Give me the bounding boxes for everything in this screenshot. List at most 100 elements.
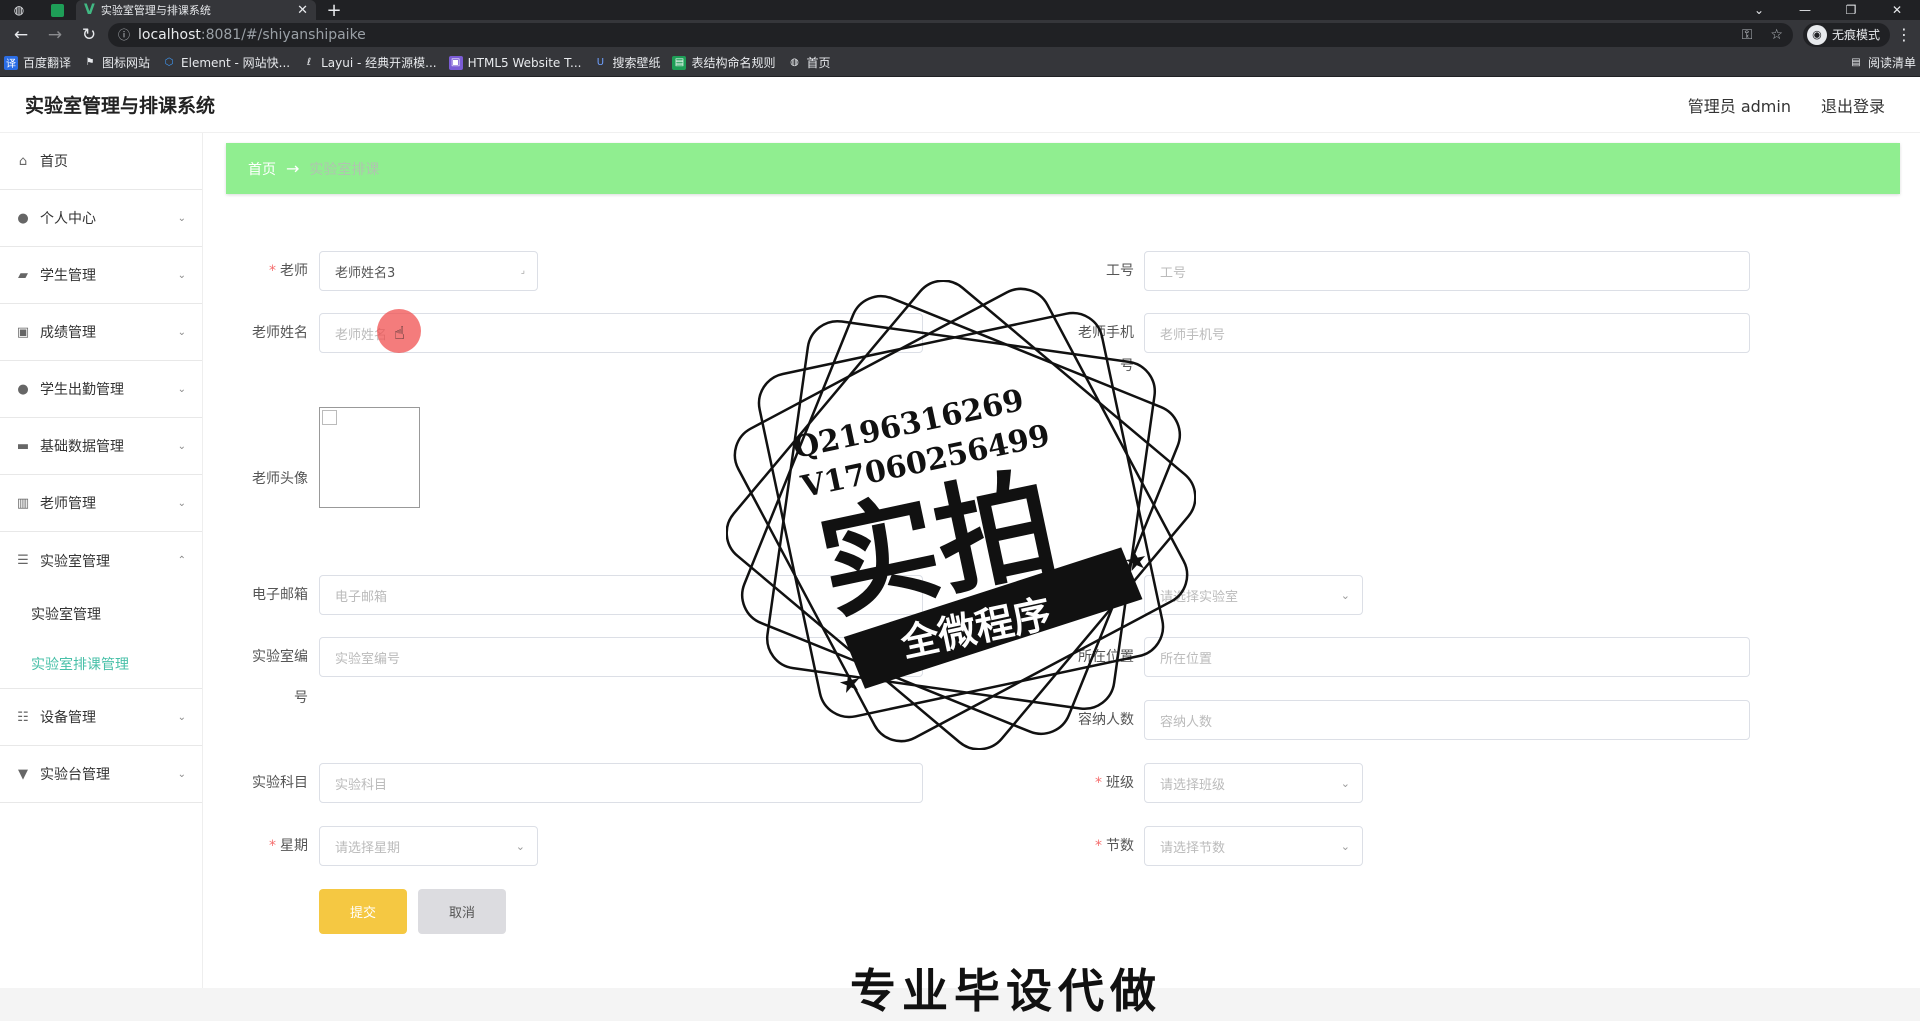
window-close-button[interactable]: ✕ (1874, 0, 1920, 20)
sidebar-subitem-lab-schedule[interactable]: 实验室排课管理 (0, 639, 202, 689)
bookmark-item[interactable]: ▣ HTML5 Website T... (448, 55, 581, 70)
restore-button[interactable]: ❐ (1828, 0, 1874, 20)
lab-no-input[interactable]: 实验室编号 (319, 637, 923, 677)
subject-input[interactable]: 实验科目 (319, 763, 923, 803)
forward-button[interactable]: → (40, 23, 70, 47)
sidebar-item-equipment[interactable]: ☷ 设备管理 ⌄ (0, 689, 202, 746)
flag-icon: ⚑ (85, 57, 95, 68)
browser-tab-strip: ◍ V 实验室管理与排课系统 ✕ + ⌄ — ❐ ✕ (0, 0, 1920, 21)
sidebar-subitem-lab-manage[interactable]: 实验室管理 (0, 589, 202, 639)
window-controls: ⌄ — ❐ ✕ (1736, 0, 1920, 20)
chevron-down-icon: ⌄ (177, 326, 186, 338)
period-select[interactable]: 请选择节数 ⌄ (1144, 826, 1363, 866)
translate-icon: 译 (4, 55, 18, 70)
sidebar-item-students[interactable]: ▰ 学生管理 ⌄ (0, 247, 202, 304)
lab-no-label-wrap: 号 (294, 690, 308, 706)
chevron-down-icon: ⌄ (1340, 839, 1350, 853)
chevron-down-icon: ⌄ (177, 440, 186, 452)
location-label: 所在位置 (1078, 649, 1134, 665)
avatar-label: 老师头像 (252, 471, 308, 487)
layui-icon: ℓ (307, 57, 312, 68)
html5-icon: ▣ (448, 55, 463, 70)
browser-menu-icon[interactable]: ⋮ (1894, 25, 1914, 44)
sidebar-item-attendance[interactable]: ● 学生出勤管理 ⌄ (0, 361, 202, 418)
pinned-tab-icon[interactable] (38, 0, 76, 20)
email-input[interactable]: 电子邮箱 (319, 575, 923, 615)
attendance-icon: ● (17, 381, 29, 397)
job-no-input[interactable]: 工号 (1144, 251, 1750, 291)
bookmark-item[interactable]: ▤ 表结构命名规则 (672, 54, 775, 71)
teacher-label: * 老师 (269, 263, 308, 279)
url-path: :8081/#/shiyanshipaike (200, 26, 366, 43)
location-input[interactable]: 所在位置 (1144, 637, 1750, 677)
globe-icon: ◍ (790, 57, 799, 68)
wallpaper-icon: U (596, 57, 605, 68)
bookmark-star-icon[interactable]: ☆ (1770, 27, 1783, 43)
bookmark-item[interactable]: ⚑ 图标网站 (83, 54, 151, 71)
bookmark-item[interactable]: ℓ Layui - 经典开源模... (302, 54, 437, 71)
reload-button[interactable]: ↻ (74, 23, 104, 47)
site-info-icon[interactable]: ⓘ (118, 26, 130, 43)
tab-title: 实验室管理与排课系统 (100, 4, 211, 17)
reading-list-button[interactable]: ▤ 阅读清单 (1849, 54, 1916, 71)
table-icon: ▤ (672, 55, 687, 70)
app-root: 实验室管理与排课系统 管理员 admin 退出登录 ⌂ 首页 ● 个人中心 ⌄ ▰ 学生… (0, 77, 1920, 988)
student-icon: ▰ (18, 267, 28, 283)
current-user: 管理员 admin (1687, 96, 1791, 116)
key-icon[interactable]: ⚿ (1742, 27, 1753, 43)
app-title: 实验室管理与排课系统 (25, 95, 216, 117)
teacher-icon: ▥ (16, 495, 30, 511)
avatar-upload[interactable] (319, 407, 420, 508)
back-button[interactable]: ← (6, 23, 36, 47)
bookmark-item[interactable]: 译百度翻译 (4, 54, 71, 71)
submit-button[interactable]: 提交 (319, 889, 407, 934)
home-icon: ⌂ (18, 153, 28, 169)
database-icon: ▬ (16, 438, 30, 454)
sidebar-item-labs[interactable]: ☰ 实验室管理 ⌃ (0, 532, 202, 589)
sidebar-item-home[interactable]: ⌂ 首页 (0, 133, 202, 190)
chevron-down-icon: ⌄ (515, 839, 525, 853)
new-tab-button[interactable]: + (316, 0, 352, 21)
address-bar[interactable]: ⓘ localhost:8081/#/shiyanshipaike ⚿ ☆ (108, 22, 1793, 47)
week-select[interactable]: 请选择星期 ⌄ (319, 826, 538, 866)
lab-no-label: 实验室编 (252, 649, 308, 665)
week-label: * 星期 (269, 838, 308, 854)
period-label: * 节数 (1095, 838, 1134, 854)
list-icon: ☰ (17, 553, 29, 568)
bookmark-item[interactable]: U 搜索壁纸 (593, 54, 661, 71)
teacher-select[interactable]: 老师姓名3 ⌟ (319, 251, 538, 291)
chevron-down-icon: ⌄ (177, 212, 186, 224)
bookmark-item[interactable]: ◍ 首页 (787, 54, 830, 71)
sidebar-item-profile[interactable]: ● 个人中心 ⌄ (0, 190, 202, 247)
incognito-badge[interactable]: ◉ 无痕模式 (1802, 22, 1890, 47)
class-select[interactable]: 请选择班级 ⌄ (1144, 763, 1363, 803)
sidebar-item-basedata[interactable]: ▬ 基础数据管理 ⌄ (0, 418, 202, 475)
minimize-button[interactable]: — (1782, 0, 1828, 20)
avatar-placeholder-icon (322, 410, 337, 425)
teacher-name-label: 老师姓名 (252, 325, 308, 341)
grade-icon: ▣ (16, 324, 30, 340)
subject-label: 实验科目 (252, 775, 308, 791)
incognito-label: 无痕模式 (1831, 28, 1880, 42)
chevron-down-icon: ⌄ (1340, 588, 1350, 602)
schedule-form: * 老师 老师姓名3 ⌟ 工号 工号 老师姓名 老师姓名 老师手机 号 老师手机号 … (226, 133, 1900, 988)
active-tab[interactable]: V 实验室管理与排课系统 ✕ (76, 0, 316, 20)
lab-label: * 实验室 (1081, 587, 1134, 603)
bookmark-item[interactable]: ⬡ Element - 网站快... (162, 54, 290, 71)
capacity-input[interactable]: 容纳人数 (1144, 700, 1750, 740)
globe-icon[interactable]: ◍ (0, 0, 38, 20)
lab-select[interactable]: 请选择实验室 ⌄ (1144, 575, 1363, 615)
url-host: localhost (138, 26, 201, 43)
sidebar-item-grades[interactable]: ▣ 成绩管理 ⌄ (0, 304, 202, 361)
vue-logo-icon: V (84, 2, 95, 18)
teacher-phone-input[interactable]: 老师手机号 (1144, 313, 1750, 353)
close-tab-icon[interactable]: ✕ (297, 3, 308, 18)
cancel-button[interactable]: 取消 (418, 889, 506, 934)
class-label: * 班级 (1095, 775, 1134, 791)
logout-link[interactable]: 退出登录 (1821, 93, 1885, 117)
sidebar-item-benches[interactable]: ▼ 实验台管理 ⌄ (0, 746, 202, 803)
sliders-icon: ☷ (17, 709, 29, 725)
tab-search-icon[interactable]: ⌄ (1736, 0, 1782, 20)
email-label: 电子邮箱 (252, 587, 308, 603)
sidebar-item-teachers[interactable]: ▥ 老师管理 ⌄ (0, 475, 202, 532)
